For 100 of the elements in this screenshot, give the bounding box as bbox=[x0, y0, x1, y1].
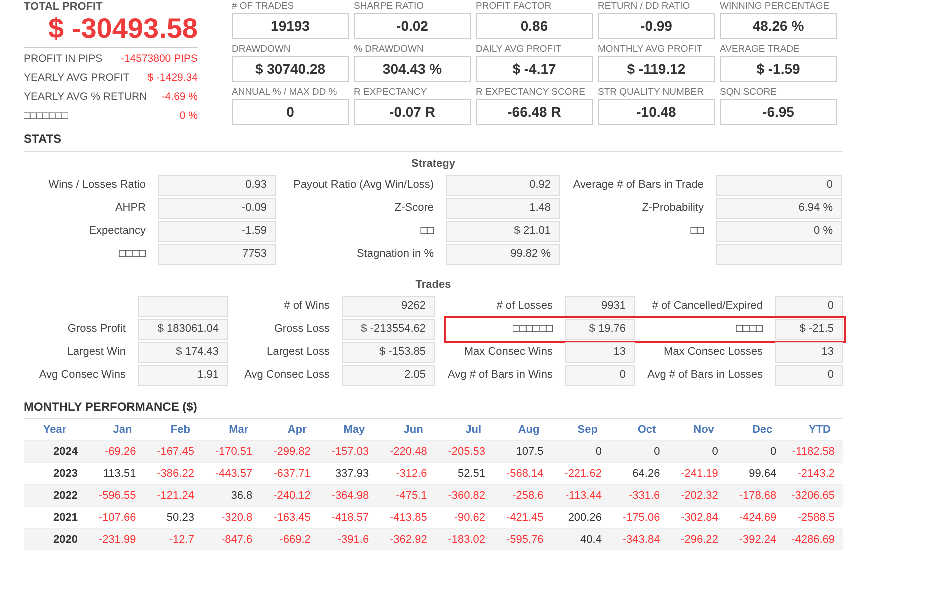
table-cell: -331.6 bbox=[610, 484, 668, 506]
metric-label: DAILY AVG PROFIT bbox=[476, 44, 563, 56]
column-header: Mar bbox=[202, 419, 261, 440]
stat-label: Avg # of Bars in Losses bbox=[647, 368, 763, 383]
table-cell: -157.03 bbox=[318, 440, 378, 462]
metric-label: STR QUALITY NUMBER bbox=[598, 87, 705, 99]
stat-value: $ -153.85 bbox=[342, 342, 435, 363]
table-cell: -391.6 bbox=[318, 528, 378, 550]
stat-value: -1.59 bbox=[158, 221, 276, 242]
table-cell: -392.24 bbox=[726, 528, 785, 550]
stat-value: $ 183061.04 bbox=[138, 319, 228, 340]
summary-value: -14573800 PIPS bbox=[120, 52, 198, 67]
stat-label: Largest Loss bbox=[266, 345, 330, 360]
metric-value: -6.95 bbox=[720, 99, 837, 125]
table-cell: 0 bbox=[726, 440, 785, 462]
metric-value: $ 30740.28 bbox=[232, 56, 349, 82]
stat-label: □□ bbox=[420, 224, 434, 239]
summary-label: YEARLY AVG % RETURN bbox=[24, 90, 148, 105]
stat-value: $ 19.76 bbox=[565, 319, 635, 340]
table-cell: -205.53 bbox=[435, 440, 494, 462]
metric-value: 0 bbox=[232, 99, 349, 125]
column-header: Jun bbox=[377, 419, 436, 440]
stat-value: 9262 bbox=[342, 296, 435, 317]
stat-label: Wins / Losses Ratio bbox=[48, 178, 146, 193]
column-header: Apr bbox=[260, 419, 319, 440]
table-cell: -595.76 bbox=[494, 528, 552, 550]
table-cell: -113.44 bbox=[552, 484, 610, 506]
metric-value: 48.26 % bbox=[720, 13, 837, 39]
metric-value: -10.48 bbox=[598, 99, 715, 125]
table-cell: -231.99 bbox=[86, 528, 144, 550]
metric-label: # OF TRADES bbox=[232, 1, 296, 13]
column-header: Nov bbox=[668, 419, 726, 440]
stat-value: 2.05 bbox=[342, 365, 435, 386]
table-cell: -121.24 bbox=[144, 484, 202, 506]
table-cell: -3206.65 bbox=[784, 484, 843, 506]
table-cell: -475.1 bbox=[377, 484, 436, 506]
metric-label: AVERAGE TRADE bbox=[720, 44, 801, 56]
table-cell: -69.26 bbox=[86, 440, 144, 462]
stat-label: □□□□ bbox=[118, 247, 146, 262]
metric-label: R EXPECTANCY SCORE bbox=[476, 87, 586, 99]
stat-value: $ -21.5 bbox=[775, 319, 843, 340]
table-cell: -1182.58 bbox=[784, 440, 843, 462]
stat-label: □□□□ bbox=[735, 322, 763, 337]
column-header: Jul bbox=[435, 419, 494, 440]
stat-value: 1.48 bbox=[446, 198, 560, 219]
metric-value: $ -1.59 bbox=[720, 56, 837, 82]
column-header: Year bbox=[24, 419, 86, 440]
stat-label: Z-Score bbox=[394, 201, 434, 216]
metric-value: -0.99 bbox=[598, 13, 715, 39]
stat-value: 7753 bbox=[158, 244, 276, 265]
table-cell: -596.55 bbox=[86, 484, 144, 506]
stat-value: 0 % bbox=[716, 221, 842, 242]
table-cell: -296.22 bbox=[668, 528, 726, 550]
column-header: YTD bbox=[784, 419, 843, 440]
summary-label: □□□□□□□ bbox=[24, 109, 68, 124]
table-cell: -220.48 bbox=[377, 440, 436, 462]
stat-value: $ 21.01 bbox=[446, 221, 560, 242]
subsection-title: Trades bbox=[414, 279, 452, 291]
table-cell: 107.5 bbox=[494, 440, 552, 462]
table-cell: -362.92 bbox=[377, 528, 436, 550]
table-cell: -178.68 bbox=[726, 484, 785, 506]
summary-label: PROFIT IN PIPS bbox=[24, 52, 103, 67]
stat-label: Max Consec Wins bbox=[463, 345, 553, 360]
stat-label: Stagnation in % bbox=[356, 247, 434, 262]
stat-value: 0 bbox=[565, 365, 635, 386]
table-cell: -360.82 bbox=[435, 484, 494, 506]
stat-value: 13 bbox=[775, 342, 843, 363]
table-cell: 36.8 bbox=[202, 484, 261, 506]
metric-value: 0.86 bbox=[476, 13, 593, 39]
stat-label: Largest Win bbox=[66, 345, 126, 360]
column-header: Feb bbox=[144, 419, 202, 440]
stat-label: Avg Consec Wins bbox=[38, 368, 126, 383]
summary-value: $ -1429.34 bbox=[148, 71, 198, 86]
metric-value: 304.43 % bbox=[354, 56, 471, 82]
stat-value: 0 bbox=[716, 175, 842, 196]
stat-value: 0 bbox=[775, 296, 843, 317]
column-header: Dec bbox=[726, 419, 785, 440]
stat-label: □□ bbox=[690, 224, 704, 239]
stat-value: 13 bbox=[565, 342, 635, 363]
metric-value: 19193 bbox=[232, 13, 349, 39]
metric-label: WINNING PERCENTAGE bbox=[720, 1, 831, 13]
table-cell: -4286.69 bbox=[784, 528, 843, 550]
stat-label: Gross Loss bbox=[273, 322, 330, 337]
stat-value: 0.93 bbox=[158, 175, 276, 196]
metric-label: SHARPE RATIO bbox=[354, 1, 426, 13]
table-cell: -669.2 bbox=[260, 528, 319, 550]
stat-label: Max Consec Losses bbox=[662, 345, 763, 360]
stat-value: $ 174.43 bbox=[138, 342, 228, 363]
stat-label: # of Wins bbox=[283, 299, 330, 314]
stat-value: 99.82 % bbox=[446, 244, 560, 265]
table-cell: -167.45 bbox=[144, 440, 202, 462]
column-header: Aug bbox=[494, 419, 552, 440]
table-cell: -12.7 bbox=[144, 528, 202, 550]
stat-value: 0.92 bbox=[446, 175, 560, 196]
table-cell: 0 bbox=[610, 440, 668, 462]
section-heading: MONTHLY PERFORMANCE ($) bbox=[24, 400, 843, 419]
metric-label: ANNUAL % / MAX DD % bbox=[232, 87, 338, 99]
stat-label: # of Losses bbox=[496, 299, 553, 314]
metric-label: MONTHLY AVG PROFIT bbox=[598, 44, 704, 56]
subsection-title: Strategy bbox=[410, 158, 457, 170]
